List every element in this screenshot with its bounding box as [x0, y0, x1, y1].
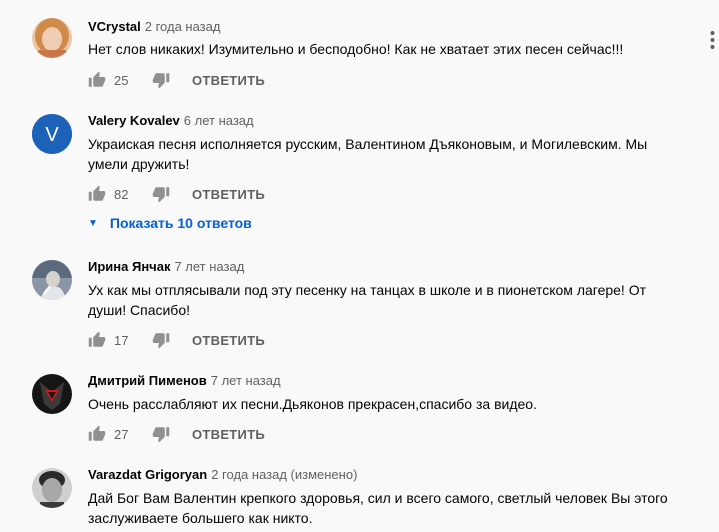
avatar[interactable] — [32, 374, 72, 414]
avatar[interactable] — [32, 468, 72, 508]
comment-header: Valery Kovalev 6 лет назад — [88, 112, 254, 130]
comment-text: Украиская песня исполняется русским, Вал… — [88, 136, 648, 172]
author-name[interactable]: Ирина Янчак — [88, 259, 170, 274]
like-count: 27 — [114, 426, 129, 442]
reply-button[interactable]: ОТВЕТИТЬ — [192, 333, 265, 348]
comment-thread: VCrystal 2 года назад Нет слов никаких! И… — [0, 18, 719, 98]
reply-button[interactable]: ОТВЕТИТЬ — [192, 73, 265, 88]
more-vert-icon[interactable] — [706, 28, 719, 52]
comment-time[interactable]: 2 года назад (изменено) — [211, 467, 357, 482]
show-replies-label: Показать 10 ответов — [109, 215, 252, 231]
thumb-down-icon[interactable] — [152, 425, 170, 443]
author-name[interactable]: Varazdat Grigoryan — [88, 467, 207, 482]
comment-text: Нет слов никаких! Изумительно и бесподоб… — [88, 41, 624, 57]
comment-text: Очень расслабляют их песни.Дьяконов прек… — [88, 396, 537, 412]
thumb-down-icon[interactable] — [152, 331, 170, 349]
author-name[interactable]: Дмитрий Пименов — [88, 373, 207, 388]
comment-header: Varazdat Grigoryan 2 года назад (изменено… — [88, 466, 357, 484]
comment-time[interactable]: 6 лет назад — [184, 113, 254, 128]
comment-header: VCrystal 2 года назад — [88, 18, 220, 36]
avatar[interactable] — [32, 260, 72, 300]
like-count: 17 — [114, 332, 129, 348]
comment-thread: V Valery Kovalev 6 лет назад Украиская пе… — [0, 112, 719, 212]
comment-actions: 17 ОТВЕТИТЬ — [88, 328, 265, 352]
reply-button[interactable]: ОТВЕТИТЬ — [192, 427, 265, 442]
author-name[interactable]: VCrystal — [88, 19, 141, 34]
caret-down-icon: ▼ — [88, 217, 98, 229]
comment-time[interactable]: 2 года назад — [145, 19, 221, 34]
comments-section: VCrystal 2 года назад Нет слов никаких! И… — [0, 0, 719, 532]
thumb-down-icon[interactable] — [152, 71, 170, 89]
comment-thread: Ирина Янчак 7 лет назад Ух как мы отплясы… — [0, 258, 719, 354]
like-count: 82 — [114, 186, 129, 202]
comment-thread: Varazdat Grigoryan 2 года назад (изменено… — [0, 466, 719, 532]
reply-button[interactable]: ОТВЕТИТЬ — [192, 187, 265, 202]
show-replies-button[interactable]: ▼ Показать 10 ответов — [88, 212, 252, 234]
avatar[interactable] — [32, 18, 72, 58]
thumb-up-icon[interactable] — [88, 185, 106, 203]
thumb-down-icon[interactable] — [152, 185, 170, 203]
comment-text: Дай Бог Вам Валентин крепкого здоровья, … — [88, 490, 668, 526]
comment-actions: 27 ОТВЕТИТЬ — [88, 422, 265, 446]
comment-header: Ирина Янчак 7 лет назад — [88, 258, 244, 276]
thumb-up-icon[interactable] — [88, 331, 106, 349]
avatar[interactable]: V — [32, 114, 72, 154]
author-name[interactable]: Valery Kovalev — [88, 113, 180, 128]
thumb-up-icon[interactable] — [88, 425, 106, 443]
comment-time[interactable]: 7 лет назад — [211, 373, 281, 388]
like-count: 25 — [114, 72, 129, 88]
comment-actions: 25 ОТВЕТИТЬ — [88, 68, 265, 92]
comment-time[interactable]: 7 лет назад — [174, 259, 244, 274]
comment-header: Дмитрий Пименов 7 лет назад — [88, 372, 281, 390]
comment-text: Ух как мы отплясывали под эту песенку на… — [88, 282, 647, 318]
comment-thread: Дмитрий Пименов 7 лет назад Очень расслаб… — [0, 372, 719, 448]
thumb-up-icon[interactable] — [88, 71, 106, 89]
avatar-letter: V — [45, 124, 59, 146]
comment-actions: 82 ОТВЕТИТЬ — [88, 182, 265, 206]
